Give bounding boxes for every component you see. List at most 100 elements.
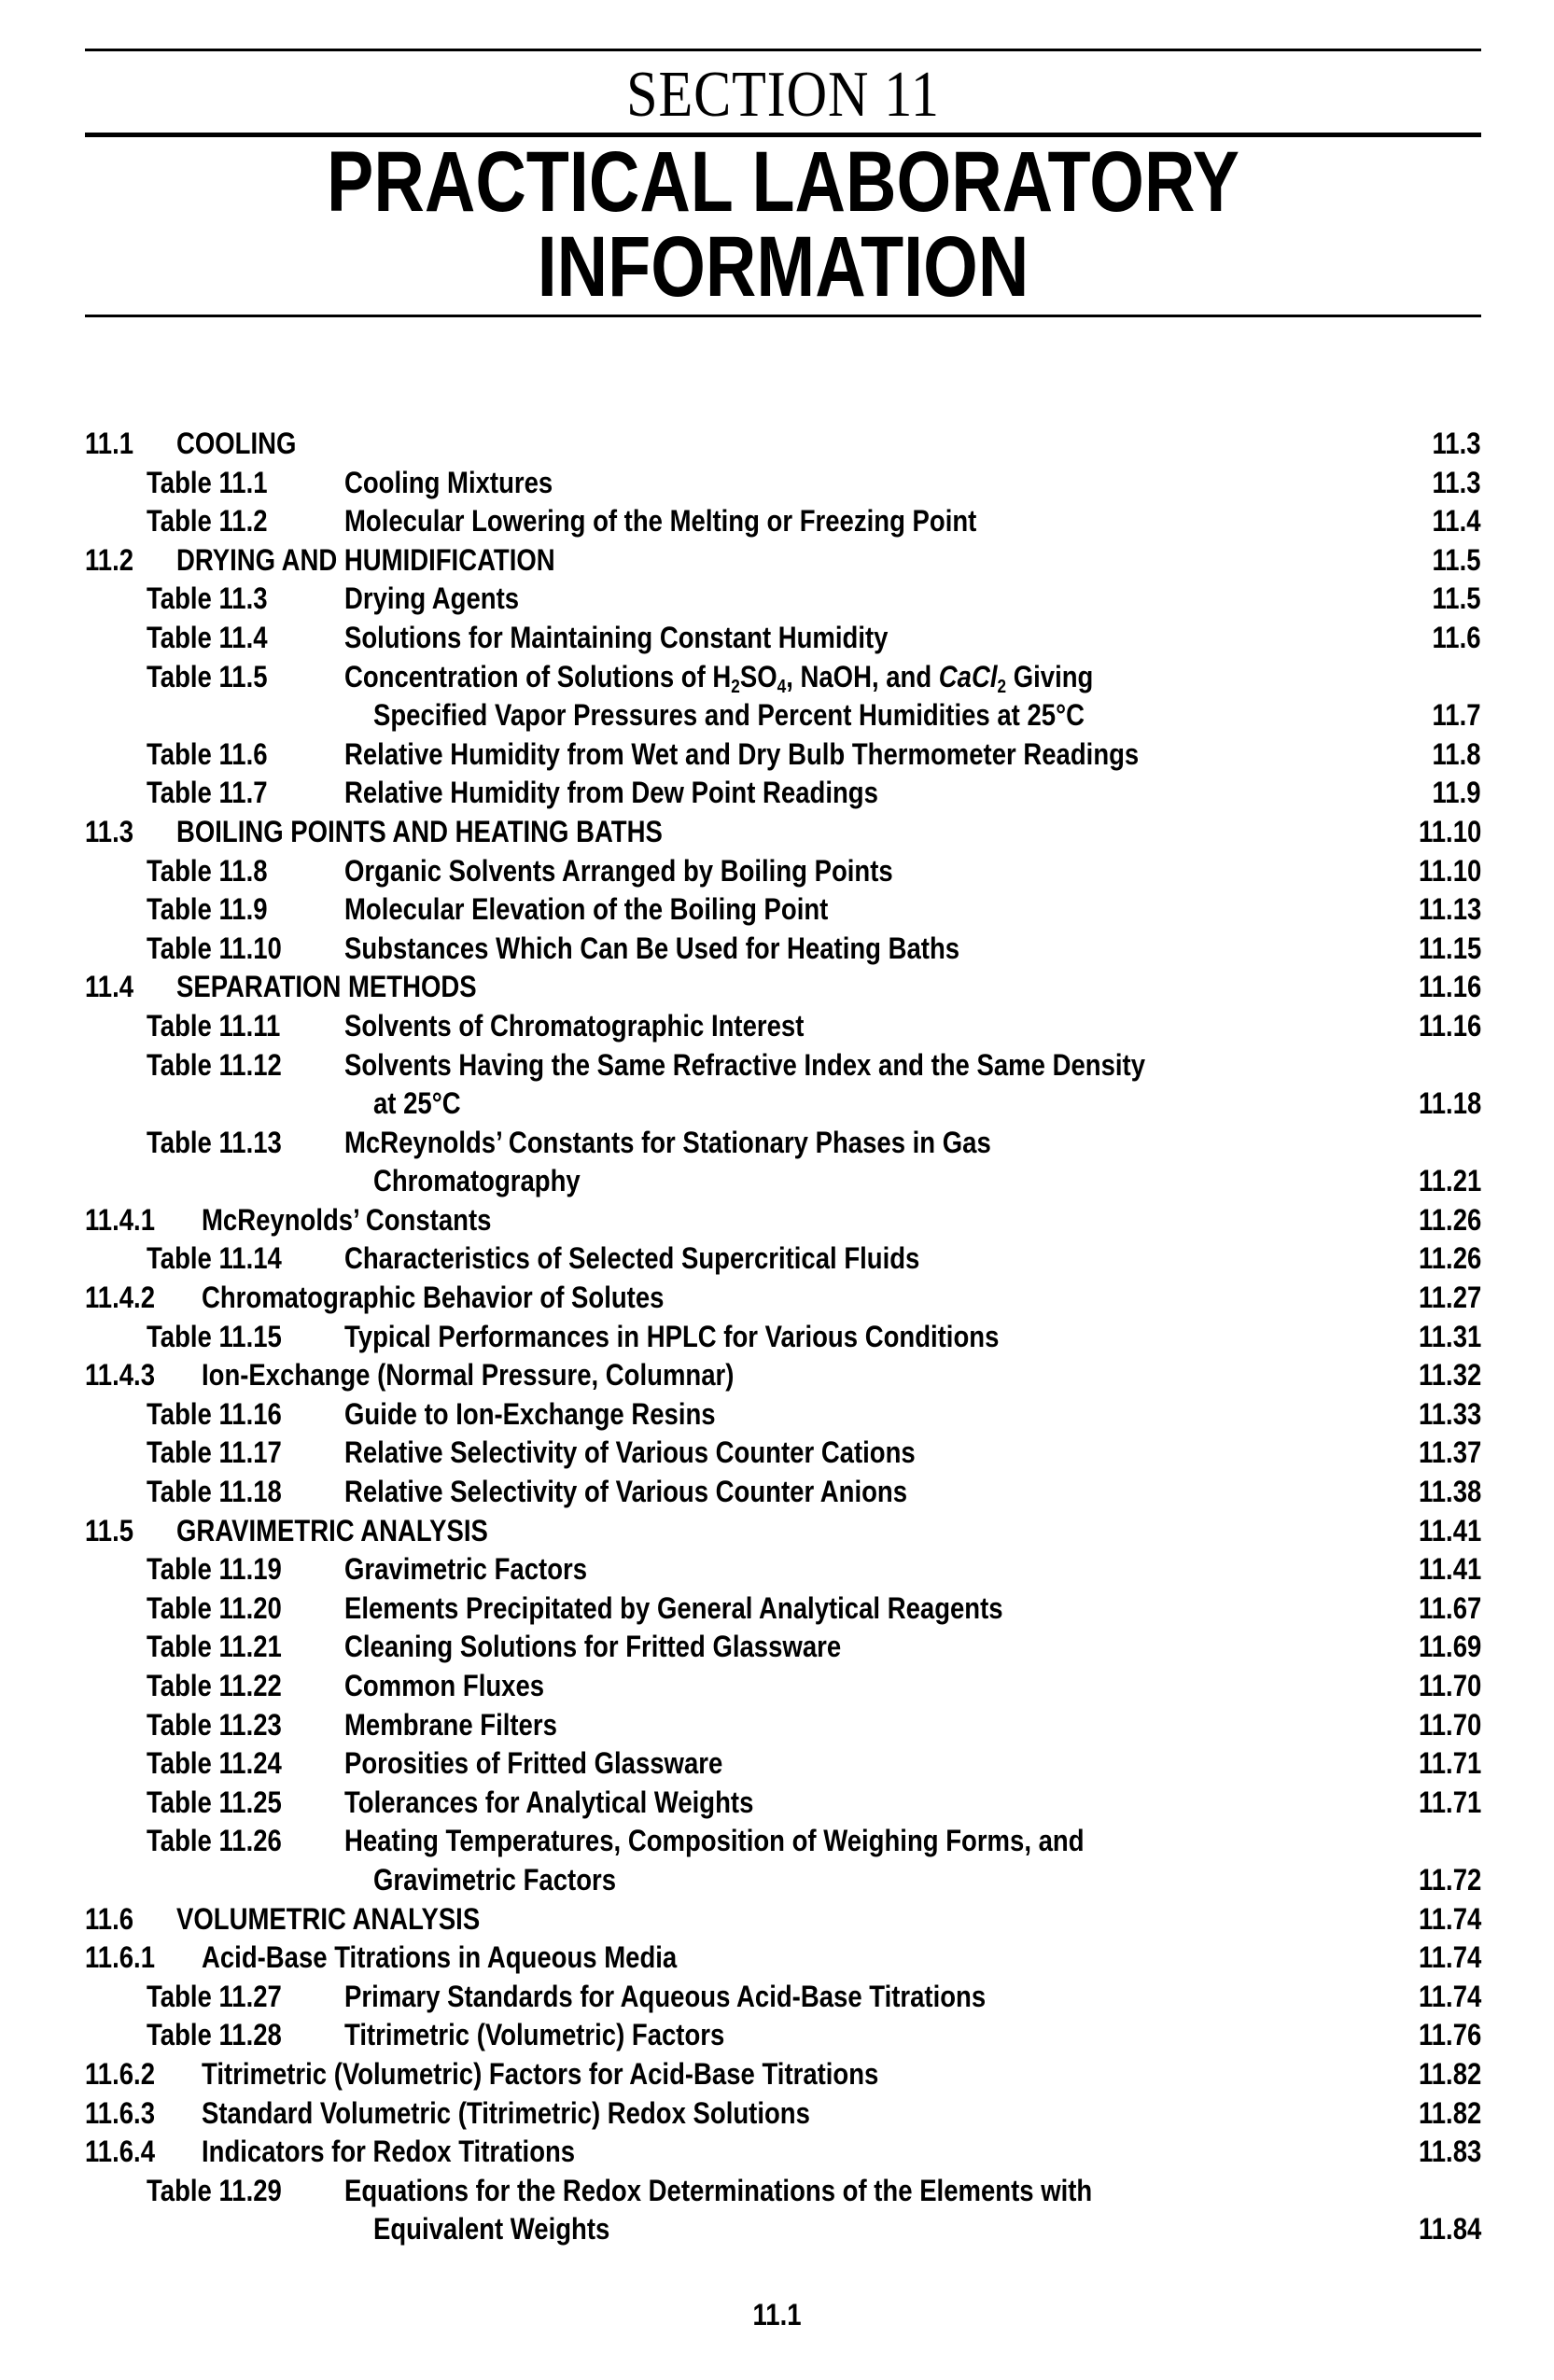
toc-entry-continuation[interactable]: at 25°C 11.18 [0,1085,1554,1124]
toc-table-entry[interactable]: Table 11.8 Organic Solvents Arranged by B… [0,852,1554,891]
toc-entry-title: at 25°C [373,1086,461,1121]
toc-entry-number: Table 11.29 [147,2173,282,2207]
toc-entry-number: Table 11.21 [147,1630,282,1664]
toc-entry-title: Elements Precipitated by General Analyti… [344,1590,1003,1625]
toc-entry-page: 11.37 [1418,1435,1481,1470]
toc-entry-page: 11.16 [1418,970,1481,1004]
section-title: PRACTICAL LABORATORY INFORMATION [211,134,1356,310]
toc-entry-continuation[interactable]: Chromatography 11.21 [0,1162,1554,1201]
toc-entry-title: Gravimetric Factors [344,1552,588,1587]
toc-table-entry[interactable]: Table 11.6 Relative Humidity from Wet and… [0,735,1554,775]
toc-section-entry[interactable]: 11.4 SEPARATION METHODS 11.16 [0,968,1554,1007]
toc-entry-title: Equations for the Redox Determinations o… [344,2173,1093,2207]
table-of-contents: 11.1 COOLING 11.3 Table 11.1 Cooling Mixture… [0,425,1554,2249]
toc-entry-page: 11.74 [1418,1901,1481,1936]
toc-table-entry[interactable]: Table 11.14 Characteristics of Selected S… [0,1239,1554,1279]
toc-entry-page: 11.13 [1418,892,1481,927]
toc-table-entry[interactable]: Table 11.11 Solvents of Chromatographic I… [0,1007,1554,1046]
toc-table-entry[interactable]: Table 11.15 Typical Performances in HPLC … [0,1318,1554,1357]
toc-entry-page: 11.3 [1432,465,1481,499]
toc-entry-page: 11.83 [1418,2135,1481,2169]
toc-table-entry[interactable]: Table 11.24 Porosities of Fritted Glasswa… [0,1744,1554,1784]
toc-entry-page: 11.33 [1418,1396,1481,1431]
toc-table-entry[interactable]: Table 11.19 Gravimetric Factors 11.41 [0,1550,1554,1589]
toc-entry-title: Acid-Base Titrations in Aqueous Media [202,1940,678,1975]
toc-table-entry[interactable]: Table 11.3 Drying Agents 11.5 [0,580,1554,619]
toc-entry-title: Specified Vapor Pressures and Percent Hu… [373,698,1085,733]
toc-table-entry[interactable]: Table 11.13 McReynolds’ Constants for Sta… [0,1124,1554,1163]
toc-entry-title: Membrane Filters [344,1707,557,1742]
toc-entry-number: Table 11.11 [147,1008,281,1043]
toc-entry-page: 11.74 [1418,1979,1481,2013]
toc-table-entry[interactable]: Table 11.12 Solvents Having the Same Refr… [0,1046,1554,1085]
toc-entry-continuation[interactable]: Equivalent Weights 11.84 [0,2210,1554,2249]
toc-table-entry[interactable]: Table 11.17 Relative Selectivity of Vario… [0,1434,1554,1473]
toc-table-entry[interactable]: Table 11.22 Common Fluxes 11.70 [0,1667,1554,1706]
toc-entry-page: 11.38 [1418,1475,1481,1509]
toc-entry-title: Drying Agents [344,581,520,616]
toc-table-entry[interactable]: Table 11.4 Solutions for Maintaining Cons… [0,619,1554,658]
toc-entry-number: Table 11.13 [147,1125,282,1159]
toc-entry-title: GRAVIMETRIC ANALYSIS [176,1513,488,1547]
toc-entry-continuation[interactable]: Gravimetric Factors 11.72 [0,1861,1554,1900]
toc-table-entry[interactable]: Table 11.7 Relative Humidity from Dew Poi… [0,774,1554,813]
toc-entry-page: 11.26 [1418,1241,1481,1276]
toc-table-entry[interactable]: Table 11.29 Equations for the Redox Deter… [0,2172,1554,2211]
toc-entry-number: 11.4.2 [85,1281,155,1315]
section-title-line-1: PRACTICAL LABORATORY [327,134,1239,230]
toc-entry-number: Table 11.2 [147,504,268,539]
toc-table-entry[interactable]: Table 11.5 Concentration of Solutions of … [0,658,1554,697]
toc-entry-title: Titrimetric (Volumetric) Factors for Aci… [202,2056,879,2091]
toc-section-entry[interactable]: 11.2 DRYING AND HUMIDIFICATION 11.5 [0,541,1554,581]
toc-entry-page: 11.7 [1432,698,1481,733]
toc-entry-number: 11.5 [85,1513,134,1547]
toc-entry-title: Guide to Ion-Exchange Resins [344,1396,716,1431]
toc-section-entry[interactable]: 11.1 COOLING 11.3 [0,425,1554,464]
toc-subsection-entry[interactable]: 11.6.2 Titrimetric (Volumetric) Factors f… [0,2055,1554,2094]
toc-table-entry[interactable]: Table 11.1 Cooling Mixtures 11.3 [0,464,1554,503]
toc-entry-continuation[interactable]: Specified Vapor Pressures and Percent Hu… [0,696,1554,735]
toc-table-entry[interactable]: Table 11.27 Primary Standards for Aqueous… [0,1978,1554,2017]
toc-section-entry[interactable]: 11.5 GRAVIMETRIC ANALYSIS 11.41 [0,1512,1554,1551]
toc-entry-title: Relative Selectivity of Various Counter … [344,1435,916,1470]
toc-subsection-entry[interactable]: 11.4.1 McReynolds’ Constants 11.26 [0,1201,1554,1240]
toc-entry-number: 11.6.3 [85,2095,155,2130]
toc-section-entry[interactable]: 11.6 VOLUMETRIC ANALYSIS 11.74 [0,1900,1554,1939]
toc-table-entry[interactable]: Table 11.16 Guide to Ion-Exchange Resins 1… [0,1395,1554,1435]
toc-entry-page: 11.18 [1418,1086,1481,1121]
toc-entry-title: Solvents Having the Same Refractive Inde… [344,1047,1145,1082]
toc-entry-title: Titrimetric (Volumetric) Factors [344,2018,725,2052]
toc-entry-page: 11.71 [1418,1746,1481,1781]
toc-subsection-entry[interactable]: 11.6.4 Indicators for Redox Titrations 11.… [0,2133,1554,2172]
toc-table-entry[interactable]: Table 11.26 Heating Temperatures, Composi… [0,1822,1554,1861]
toc-entry-page: 11.82 [1418,2056,1481,2091]
toc-entry-number: Table 11.14 [147,1241,282,1276]
toc-table-entry[interactable]: Table 11.20 Elements Precipitated by Gene… [0,1589,1554,1629]
toc-table-entry[interactable]: Table 11.25 Tolerances for Analytical Wei… [0,1784,1554,1823]
toc-subsection-entry[interactable]: 11.4.3 Ion-Exchange (Normal Pressure, Col… [0,1356,1554,1395]
toc-table-entry[interactable]: Table 11.21 Cleaning Solutions for Fritte… [0,1628,1554,1667]
toc-entry-number: Table 11.10 [147,931,282,965]
toc-table-entry[interactable]: Table 11.28 Titrimetric (Volumetric) Fact… [0,2016,1554,2055]
toc-table-entry[interactable]: Table 11.23 Membrane Filters 11.70 [0,1706,1554,1745]
toc-table-entry[interactable]: Table 11.10 Substances Which Can Be Used … [0,930,1554,969]
toc-table-entry[interactable]: Table 11.18 Relative Selectivity of Vario… [0,1473,1554,1512]
toc-entry-page: 11.71 [1418,1785,1481,1819]
toc-table-entry[interactable]: Table 11.2 Molecular Lowering of the Melt… [0,502,1554,541]
toc-entry-number: Table 11.28 [147,2018,282,2052]
toc-entry-number: Table 11.4 [147,620,268,654]
toc-entry-title: Cleaning Solutions for Fritted Glassware [344,1630,842,1664]
toc-entry-page: 11.26 [1418,1202,1481,1237]
toc-entry-page: 11.72 [1418,1862,1481,1897]
toc-subsection-entry[interactable]: 11.6.1 Acid-Base Titrations in Aqueous Me… [0,1939,1554,1978]
toc-entry-title: Solvents of Chromatographic Interest [344,1008,805,1043]
toc-table-entry[interactable]: Table 11.9 Molecular Elevation of the Boi… [0,890,1554,930]
toc-entry-number: Table 11.3 [147,581,268,616]
toc-entry-title: Indicators for Redox Titrations [202,2135,576,2169]
toc-subsection-entry[interactable]: 11.4.2 Chromatographic Behavior of Solute… [0,1279,1554,1318]
toc-entry-page: 11.9 [1432,776,1481,810]
toc-section-entry[interactable]: 11.3 BOILING POINTS AND HEATING BATHS 11.1… [0,813,1554,852]
toc-subsection-entry[interactable]: 11.6.3 Standard Volumetric (Titrimetric) … [0,2094,1554,2134]
toc-entry-title: Common Fluxes [344,1669,545,1702]
toc-entry-title: Ion-Exchange (Normal Pressure, Columnar) [202,1358,735,1393]
